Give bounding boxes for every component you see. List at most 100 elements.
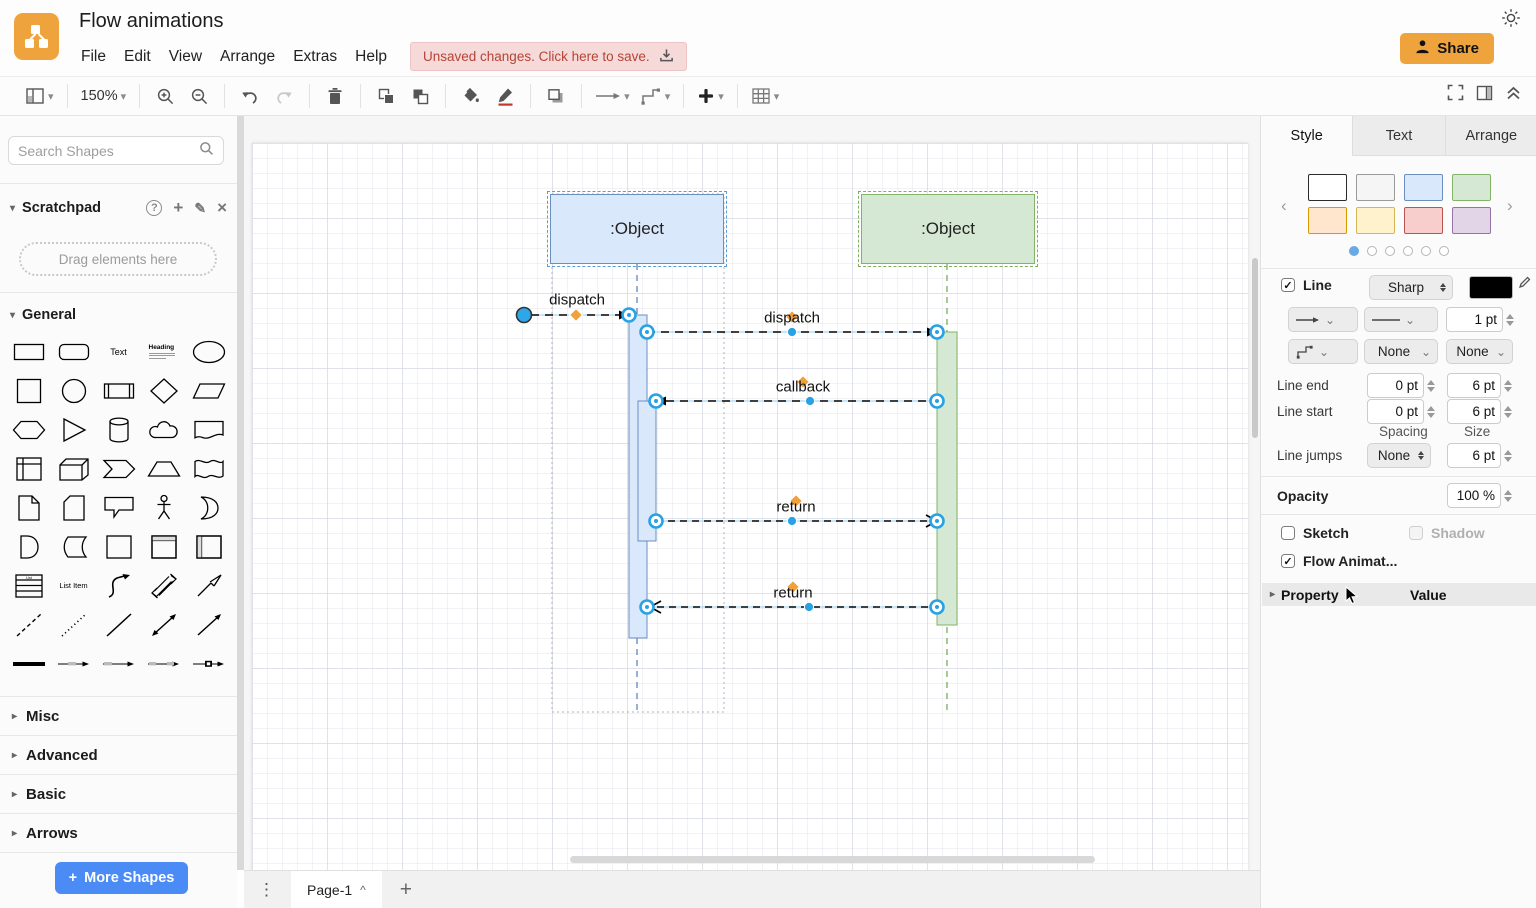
line-end-spacing-field[interactable]: 0 pt [1367,373,1424,398]
delete-button[interactable] [323,83,347,109]
shape-bold-line[interactable] [6,644,51,683]
line-color-button[interactable] [493,83,517,109]
shape-ellipse[interactable] [186,332,231,371]
shape-connector-with-symbol[interactable] [186,644,231,683]
app-logo-icon[interactable] [14,13,59,60]
style-swatch-red[interactable] [1404,207,1443,234]
opacity-field[interactable]: 100 % [1447,483,1501,508]
shape-process[interactable] [96,371,141,410]
unsaved-changes-button[interactable]: Unsaved changes. Click here to save. [410,42,687,71]
shape-triangle[interactable] [51,410,96,449]
zoom-in-button[interactable] [153,83,177,109]
connection-style-button[interactable]: ▾ [595,83,630,109]
shape-list[interactable]: List [6,566,51,605]
page-dot-1[interactable] [1349,246,1359,256]
share-button[interactable]: Share [1400,33,1494,64]
style-swatch-green[interactable] [1452,174,1491,201]
shape-labeled-connector-1[interactable] [96,644,141,683]
table-button[interactable]: ▾ [751,83,780,109]
more-shapes-button[interactable]: + More Shapes [55,862,188,894]
sketch-toggle[interactable]: Sketch [1281,525,1349,541]
shape-note[interactable] [6,488,51,527]
line-start-spacing-stepper[interactable] [1427,406,1435,418]
line-end-size-field[interactable]: 6 pt [1447,373,1501,398]
sidebar-scrollbar[interactable] [237,116,244,870]
shape-labeled-connector-2[interactable] [141,644,186,683]
help-icon[interactable]: ? [146,200,162,216]
page-tab[interactable]: Page-1 ^ [291,871,382,908]
message-label-return-2[interactable]: return [773,585,812,602]
swatch-prev-icon[interactable]: ‹ [1281,196,1287,216]
tab-style[interactable]: Style [1261,116,1352,156]
shape-dotted-line[interactable] [51,605,96,644]
style-swatch-orange[interactable] [1308,207,1347,234]
tab-text[interactable]: Text [1352,116,1444,156]
to-front-button[interactable] [374,83,398,109]
misc-section-header[interactable]: ▸ Misc [0,696,237,735]
shape-vertical-container[interactable] [186,527,231,566]
canvas-horizontal-scrollbar[interactable] [570,856,1095,863]
document-title[interactable]: Flow animations [79,10,224,33]
page-dot-5[interactable] [1421,246,1431,256]
edge-dispatch-1[interactable] [517,308,636,323]
line-style-select[interactable]: Sharp [1369,275,1453,300]
style-swatch-white[interactable] [1308,174,1347,201]
shape-curve[interactable] [96,566,141,605]
shadow-toggle[interactable]: Shadow [1409,525,1485,541]
line-end-size-stepper[interactable] [1504,380,1512,392]
shape-rectangle[interactable] [6,332,51,371]
theme-toggle-icon[interactable] [1500,7,1522,34]
line-width-field[interactable]: 1 pt [1446,307,1503,332]
shape-bidirectional-connector[interactable] [141,605,186,644]
shape-search[interactable] [8,136,224,165]
style-swatch-gray[interactable] [1356,174,1395,201]
flow-animation-toggle[interactable]: ✓ Flow Animat... [1281,553,1397,569]
shape-cylinder[interactable] [96,410,141,449]
fullscreen-button[interactable] [1447,84,1464,106]
waypoints-dropdown[interactable]: ⌄ [1288,339,1358,364]
shape-container[interactable] [141,527,186,566]
object-lifeline-right[interactable]: :Object [861,194,1035,264]
arrow-style-dropdown[interactable]: ⌄ [1288,307,1358,332]
line-width-stepper[interactable] [1506,314,1514,326]
menu-arrange[interactable]: Arrange [211,44,284,70]
style-swatch-blue[interactable] [1404,174,1443,201]
page-dot-3[interactable] [1385,246,1395,256]
shadow-checkbox[interactable] [1409,526,1423,540]
message-label-return-1[interactable]: return [776,499,815,516]
shape-card[interactable] [51,488,96,527]
shape-tape[interactable] [186,449,231,488]
line-checkbox[interactable]: ✓ [1281,278,1295,292]
object-lifeline-left[interactable]: :Object [550,194,724,264]
menu-file[interactable]: File [72,44,115,70]
line-start-size-field[interactable]: 6 pt [1447,399,1501,424]
line-dash-dropdown[interactable]: ⌄ [1364,307,1438,332]
redo-button[interactable] [272,83,296,109]
property-table-header[interactable]: ▸ Property Value [1262,583,1536,606]
shape-step[interactable] [96,449,141,488]
shape-plain-rectangle[interactable] [96,527,141,566]
line-end-style-select[interactable]: None ⌄ [1364,339,1438,364]
line-jumps-size-stepper[interactable] [1504,450,1512,462]
view-panels-button[interactable]: ▾ [25,83,54,109]
style-swatch-yellow[interactable] [1356,207,1395,234]
page-dot-6[interactable] [1439,246,1449,256]
shape-textbox[interactable]: Heading [141,332,186,371]
flow-animation-checkbox[interactable]: ✓ [1281,554,1295,568]
shape-line[interactable] [96,605,141,644]
shape-bidirectional-arrow[interactable] [141,566,186,605]
shape-directional-connector[interactable] [186,605,231,644]
menu-edit[interactable]: Edit [115,44,160,70]
add-page-button[interactable]: + [400,878,412,902]
scratchpad-drop-zone[interactable]: Drag elements here [19,242,217,276]
shape-internal-storage[interactable] [6,449,51,488]
waypoint-style-button[interactable]: ▾ [640,83,671,109]
pages-menu-icon[interactable]: ⋮ [258,880,275,900]
shape-hexagon[interactable] [6,410,51,449]
zoom-level-dropdown[interactable]: 150% ▾ [81,83,127,109]
swatch-next-icon[interactable]: › [1507,196,1513,216]
close-icon[interactable]: × [217,198,227,218]
message-label-dispatch-2[interactable]: dispatch [764,310,820,327]
line-start-style-select[interactable]: None ⌄ [1446,339,1513,364]
shape-cube[interactable] [51,449,96,488]
